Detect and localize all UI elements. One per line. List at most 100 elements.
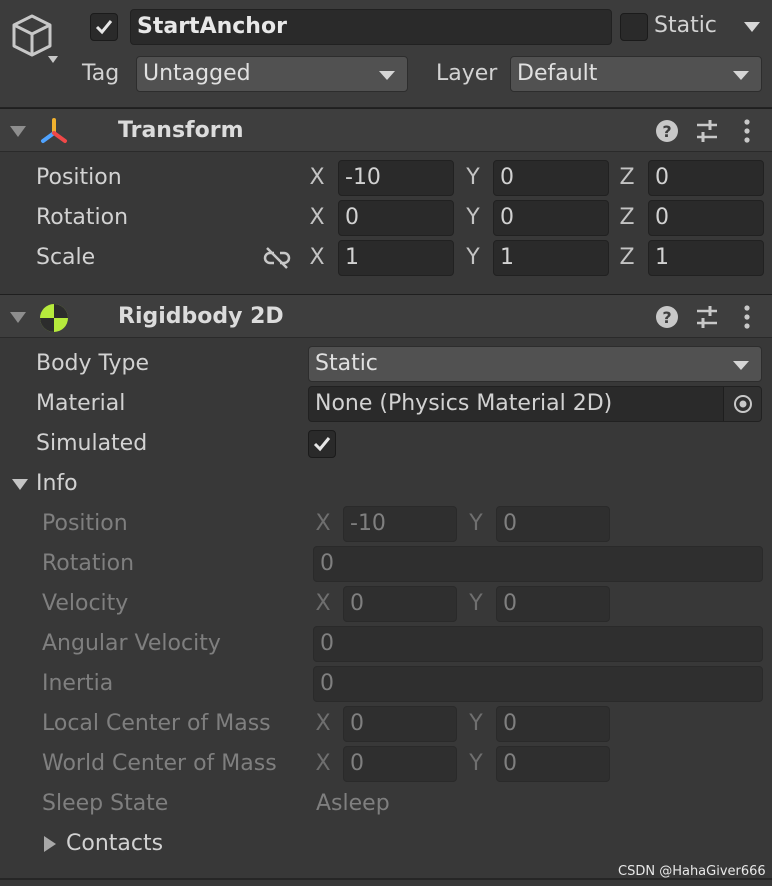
object-picker-icon [734,395,752,413]
info-world-center-x-field: 0 [343,746,457,782]
help-icon[interactable]: ? [654,304,680,330]
chevron-down-icon [733,71,749,80]
tag-dropdown[interactable]: Untagged [136,56,408,92]
simulated-label: Simulated [36,431,148,456]
info-sleep-state-value: Asleep [316,791,390,816]
layer-value: Default [517,61,598,86]
rotation-x-field[interactable]: 0 [338,200,454,236]
transform-title: Transform [118,118,244,143]
presets-icon[interactable] [694,118,720,144]
watermark: CSDN @HahaGiver666 [618,864,766,879]
info-local-center-y-field: 0 [496,706,610,742]
info-local-center-x-field: 0 [343,706,457,742]
info-inertia-label: Inertia [42,671,114,696]
presets-icon[interactable] [694,304,720,330]
rigidbody-title: Rigidbody 2D [118,304,284,329]
info-world-center-label: World Center of Mass [42,751,277,776]
contacts-label: Contacts [66,831,164,856]
transform-header[interactable]: Transform ? [0,108,772,152]
rigidbody-header[interactable]: Rigidbody 2D ? [0,294,772,338]
kebab-menu-icon[interactable] [734,304,760,330]
material-label: Material [36,391,126,416]
object-name-field[interactable]: StartAnchor [130,9,612,45]
svg-text:?: ? [662,122,671,141]
scale-x-field[interactable]: 1 [338,240,454,276]
axis-x-label[interactable]: X [306,205,328,230]
static-checkbox[interactable] [620,13,648,41]
info-angular-velocity-field: 0 [313,626,763,662]
cube-icon[interactable] [10,12,58,64]
axis-y-label: Y [469,751,483,776]
axis-x-label: X [315,591,331,616]
scale-y-field[interactable]: 1 [493,240,609,276]
rotation-z-field[interactable]: 0 [648,200,764,236]
info-local-center-label: Local Center of Mass [42,711,271,736]
axis-z-label[interactable]: Z [616,205,638,230]
svg-text:?: ? [662,308,671,327]
fold-arrow-icon [12,479,28,490]
fold-arrow-icon[interactable] [10,312,26,323]
checkmark-icon [95,20,113,35]
info-velocity-label: Velocity [42,591,129,616]
help-icon[interactable]: ? [654,118,680,144]
unlink-icon[interactable] [262,246,292,270]
material-field[interactable]: None (Physics Material 2D) [308,386,762,422]
info-foldout[interactable]: Info [10,470,210,500]
body-type-dropdown[interactable]: Static [308,346,762,382]
axis-z-label[interactable]: Z [616,245,638,270]
position-y-field[interactable]: 0 [493,160,609,196]
axis-z-label[interactable]: Z [616,165,638,190]
contacts-foldout[interactable]: Contacts [40,830,240,860]
axis-y-label[interactable]: Y [462,165,484,190]
object-picker-button[interactable] [723,387,761,421]
info-velocity-x-field: 0 [343,586,457,622]
transform-position-label: Position [36,165,122,190]
chevron-down-icon [379,71,395,80]
position-x-field[interactable]: -10 [338,160,454,196]
info-rotation-label: Rotation [42,551,135,576]
chevron-down-icon [733,361,749,370]
tag-label: Tag [82,61,120,86]
info-sleep-state-label: Sleep State [42,791,169,816]
rigidbody2d-icon [40,304,68,332]
rotation-y-field[interactable]: 0 [493,200,609,236]
layer-label: Layer [436,61,498,86]
info-world-center-y-field: 0 [496,746,610,782]
position-z-field[interactable]: 0 [648,160,764,196]
info-position-x-field: -10 [343,506,457,542]
axis-y-label: Y [469,511,483,536]
simulated-checkbox[interactable] [308,430,336,458]
info-label: Info [36,471,78,496]
body-type-value: Static [315,351,378,376]
axis-y-label: Y [469,711,483,736]
axis-x-label: X [315,511,331,536]
scale-z-field[interactable]: 1 [648,240,764,276]
active-checkbox[interactable] [90,13,118,41]
info-position-y-field: 0 [496,506,610,542]
info-inertia-field: 0 [313,666,763,702]
info-angular-velocity-label: Angular Velocity [42,631,221,656]
layer-dropdown[interactable]: Default [510,56,762,92]
gameobject-header: StartAnchor Static Tag Untagged Layer De… [0,0,772,108]
axis-x-label: X [315,711,331,736]
tag-value: Untagged [143,61,251,86]
info-rotation-field: 0 [313,546,763,582]
static-label: Static [654,13,717,38]
fold-arrow-right-icon [44,836,56,852]
axis-x-label: X [315,751,331,776]
transform-rotation-label: Rotation [36,205,129,230]
axis-y-label[interactable]: Y [462,245,484,270]
info-position-label: Position [42,511,128,536]
axis-y-label[interactable]: Y [462,205,484,230]
transform-axes-icon [41,118,67,143]
transform-scale-label: Scale [36,245,96,270]
checkmark-icon [313,437,331,452]
body-type-label: Body Type [36,351,150,376]
info-velocity-y-field: 0 [496,586,610,622]
kebab-menu-icon[interactable] [734,118,760,144]
fold-arrow-icon[interactable] [10,126,26,137]
axis-x-label[interactable]: X [306,165,328,190]
axis-y-label: Y [469,591,483,616]
axis-x-label[interactable]: X [306,245,328,270]
static-dropdown-caret[interactable] [744,22,760,32]
